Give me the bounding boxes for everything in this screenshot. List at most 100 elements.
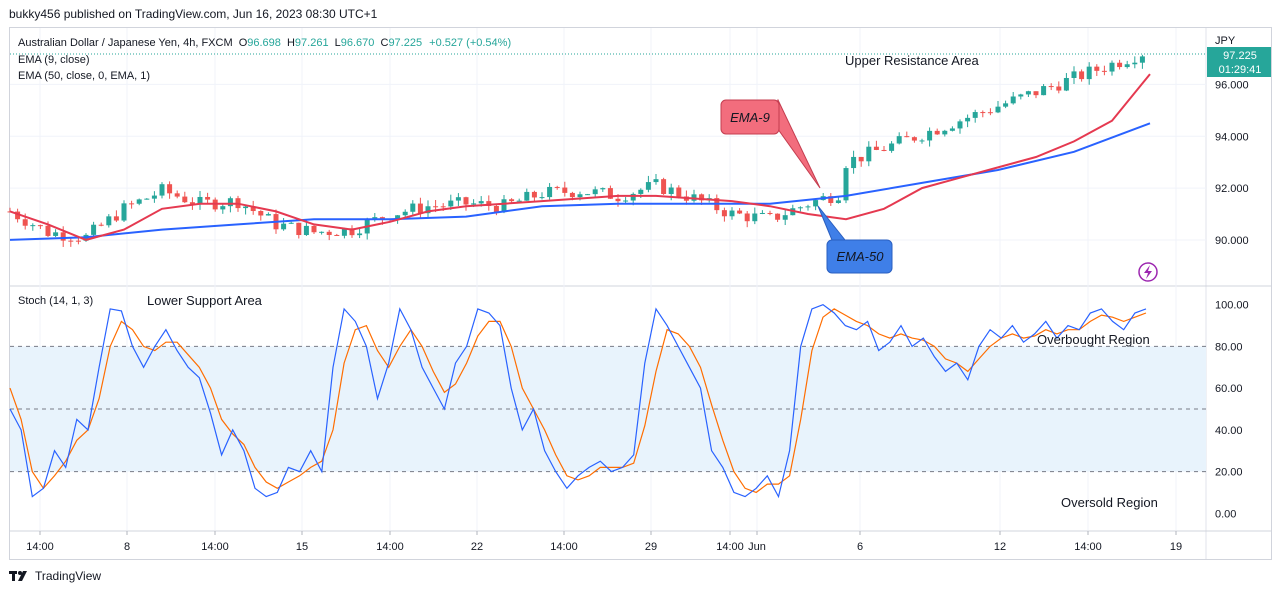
candle-body xyxy=(516,200,522,202)
candle-body xyxy=(539,197,545,199)
time-tick-label: 29 xyxy=(645,541,657,553)
candle-body xyxy=(258,211,264,216)
candle-body xyxy=(881,149,887,151)
overbought-label: Overbought Region xyxy=(1037,332,1150,347)
ema50-line[interactable] xyxy=(9,122,1151,241)
candle-body xyxy=(623,200,629,202)
candle-body xyxy=(949,128,955,131)
candle-body xyxy=(129,203,135,205)
candle-body xyxy=(410,203,416,212)
stoch-tick-label: 80.00 xyxy=(1215,341,1243,353)
time-axis-ticks: 14:00 8 14:00 15 14:00 22 14:00 29 14:00 Jun 6 12 14… xyxy=(26,531,1182,553)
candle-body xyxy=(531,191,537,198)
candle-body xyxy=(22,219,28,226)
footer-brand[interactable]: TradingView xyxy=(9,569,101,583)
candle-body xyxy=(440,206,446,208)
time-tick-label: 15 xyxy=(296,541,308,553)
candle-body xyxy=(174,193,180,197)
stoch-legend[interactable]: Stoch (14, 1, 3) xyxy=(18,295,93,307)
candle-body xyxy=(68,240,74,242)
candle-body xyxy=(1117,62,1123,68)
candle-body xyxy=(797,207,803,209)
candle-body xyxy=(1124,64,1130,68)
candle-body xyxy=(752,213,758,222)
candles-group[interactable] xyxy=(7,54,1145,247)
currency-label: JPY xyxy=(1215,35,1236,47)
candle-body xyxy=(113,216,119,221)
candle-body xyxy=(775,213,781,220)
candle-body xyxy=(904,136,910,138)
time-tick-label: 14:00 xyxy=(550,541,578,553)
candle-body xyxy=(896,136,902,144)
candle-body xyxy=(676,187,682,197)
candle-body xyxy=(455,197,461,201)
candle-body xyxy=(965,117,971,122)
candle-body xyxy=(759,212,765,214)
candle-body xyxy=(638,189,644,194)
candle-body xyxy=(1132,62,1138,65)
candle-body xyxy=(957,121,963,129)
candle-body xyxy=(585,194,591,196)
candle-body xyxy=(911,137,917,141)
stoch-axis-ticks: 100.00 80.00 60.00 40.00 20.00 0.00 xyxy=(1215,300,1249,521)
candle-body xyxy=(737,210,743,214)
price-tick-label: 96.000 xyxy=(1215,79,1249,91)
stoch-tick-label: 60.00 xyxy=(1215,383,1243,395)
candle-body xyxy=(75,240,81,242)
candle-body xyxy=(1101,70,1107,72)
candle-body xyxy=(182,196,188,203)
candle-body xyxy=(220,206,226,210)
candle-body xyxy=(1079,71,1085,80)
time-tick-label: 14:00 xyxy=(26,541,54,553)
candle-body xyxy=(873,146,879,150)
ema9-callout-text: EMA-9 xyxy=(730,110,770,125)
candle-body xyxy=(645,182,651,190)
ema50-legend[interactable]: EMA (50, close, 0, EMA, 1) xyxy=(18,70,150,82)
candle-body xyxy=(167,184,173,194)
candle-body xyxy=(524,191,530,201)
candle-body xyxy=(835,200,841,204)
price-tick-label: 92.000 xyxy=(1215,183,1249,195)
candle-body xyxy=(1063,77,1069,91)
stoch-tick-label: 100.00 xyxy=(1215,300,1249,312)
candle-body xyxy=(721,210,727,217)
candle-body xyxy=(151,195,157,199)
upper-resistance-label: Upper Resistance Area xyxy=(845,53,979,68)
candle-body xyxy=(243,206,249,209)
ema9-line[interactable] xyxy=(9,73,1151,241)
candle-body xyxy=(121,203,127,221)
candle-body xyxy=(1041,86,1047,96)
lightning-icon[interactable] xyxy=(1138,262,1158,282)
footer-brand-label: TradingView xyxy=(35,569,102,583)
candle-body xyxy=(813,200,819,207)
candle-body xyxy=(37,225,43,227)
candle-body xyxy=(653,179,659,183)
time-tick-label: 8 xyxy=(124,541,130,553)
candle-body xyxy=(509,199,515,202)
candle-body xyxy=(288,222,294,224)
chart-svg[interactable]: Australian Dollar / Japanese Yen, 4h, FX… xyxy=(0,0,1281,595)
candle-body xyxy=(478,201,484,204)
candle-body xyxy=(1010,96,1016,104)
candle-body xyxy=(851,156,857,169)
candle-body xyxy=(106,216,112,226)
candle-body xyxy=(1003,103,1009,107)
price-tick-label: 94.000 xyxy=(1215,131,1249,143)
candle-body xyxy=(319,231,325,233)
price-axis-ticks: 96.000 94.000 92.000 90.000 xyxy=(1215,79,1249,247)
ema9-legend[interactable]: EMA (9, close) xyxy=(18,54,90,66)
candle-body xyxy=(858,156,864,162)
candle-body xyxy=(30,225,36,227)
candle-body xyxy=(357,233,363,236)
ema9-callout[interactable]: EMA-9 xyxy=(720,98,821,189)
candle-body xyxy=(668,187,674,195)
candle-body xyxy=(767,212,773,214)
candle-body xyxy=(1048,86,1054,88)
candle-body xyxy=(980,112,986,114)
candle-body xyxy=(159,184,165,196)
ema50-callout-text: EMA-50 xyxy=(837,249,885,264)
time-tick-label: 14:00 xyxy=(376,541,404,553)
time-tick-label: 14:00 xyxy=(716,541,744,553)
time-tick-label: 12 xyxy=(994,541,1006,553)
candle-body xyxy=(91,224,97,235)
